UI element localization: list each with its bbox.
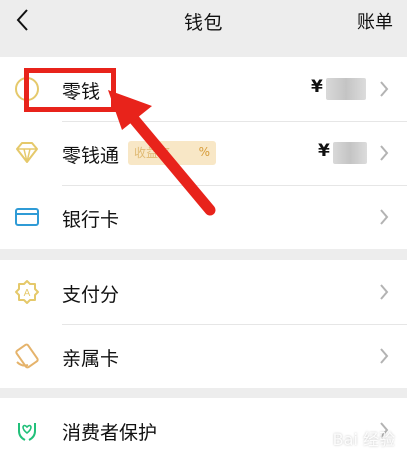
watermark: Bai 经验: [332, 430, 395, 449]
annotation-arrow: [108, 90, 216, 216]
